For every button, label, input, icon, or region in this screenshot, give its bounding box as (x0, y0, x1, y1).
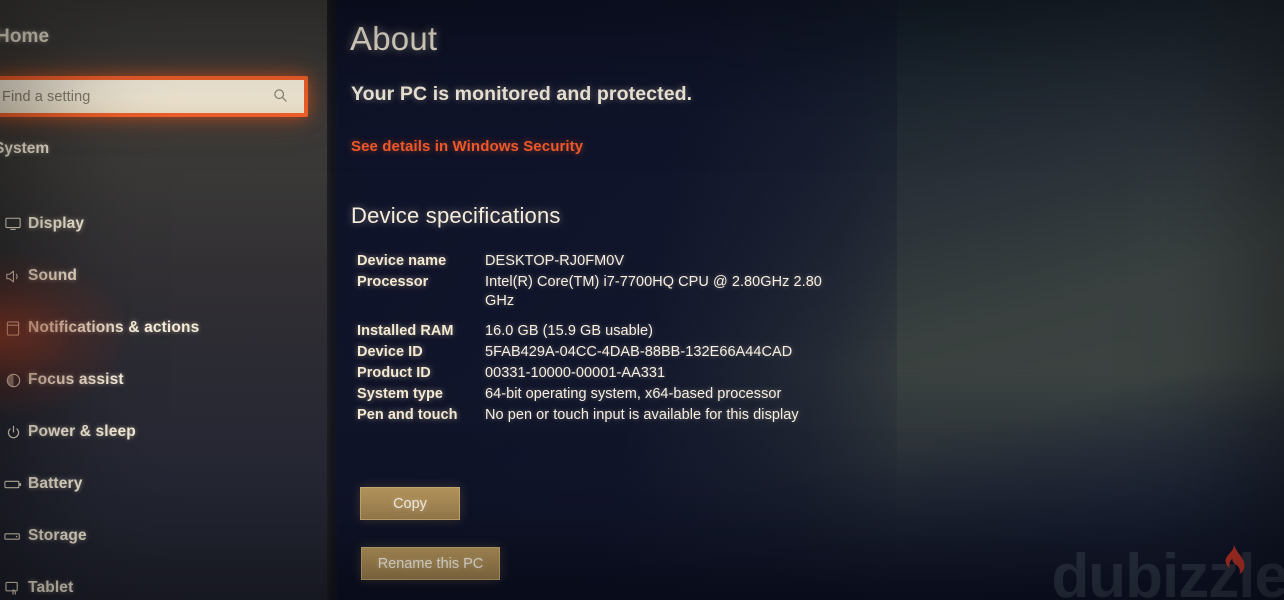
spec-label: System type (357, 386, 443, 402)
sidebar-item-display[interactable]: Display (0, 198, 327, 250)
spec-value: 5FAB429A-04CC-4DAB-88BB-132E66A44CAD (485, 344, 793, 360)
rename-this-pc-button[interactable]: Rename this PC (361, 547, 500, 580)
spec-value: DESKTOP-RJ0FM0V (485, 253, 625, 269)
spec-value: 64-bit operating system, x64-based proce… (485, 386, 782, 402)
spec-row-device-id: Device ID 5FAB429A-04CC-4DAB-88BB-132E66… (357, 343, 877, 362)
spec-row-product-id: Product ID 00331-10000-00001-AA331 (357, 364, 877, 383)
moon-icon (0, 373, 28, 388)
spec-row-device-name: Device name DESKTOP-RJ0FM0V (357, 252, 877, 271)
spec-label: Device ID (357, 344, 423, 360)
spec-value: 16.0 GB (15.9 GB usable) (485, 323, 654, 339)
sidebar-item-label: Notifications & actions (28, 319, 200, 336)
display-icon (0, 217, 28, 231)
sidebar-item-label: Power & sleep (28, 423, 136, 440)
settings-sidebar: Home Find a setting System Display (0, 0, 327, 600)
spec-label: Pen and touch (357, 407, 458, 423)
sidebar-item-label: Tablet (28, 579, 74, 596)
spec-value: 00331-10000-00001-AA331 (485, 365, 666, 381)
sidebar-item-label: Battery (28, 475, 83, 492)
spec-value: Intel(R) Core(TM) i7-7700HQ CPU @ 2.80GH… (485, 274, 822, 309)
spec-label: Installed RAM (357, 323, 454, 339)
device-specifications-table: Device name DESKTOP-RJ0FM0V Processor In… (357, 252, 877, 427)
spec-row-processor: Processor Intel(R) Core(TM) i7-7700HQ CP… (357, 273, 877, 311)
spec-label: Product ID (357, 365, 431, 381)
sidebar-item-label: Display (28, 215, 85, 232)
sidebar-item-sound[interactable]: Sound (0, 250, 327, 302)
sidebar-item-list: Display Sound Notifications & actions Fo… (0, 198, 327, 600)
about-page: About Your PC is monitored and protected… (337, 0, 1284, 600)
sidebar-divider (327, 0, 337, 600)
spec-row-system-type: System type 64-bit operating system, x64… (357, 385, 877, 404)
search-input[interactable]: Find a setting (0, 76, 308, 117)
device-specifications-heading: Device specifications (351, 203, 561, 228)
page-title: About (350, 20, 438, 57)
sidebar-item-battery[interactable]: Battery (0, 458, 327, 510)
power-icon (0, 425, 28, 440)
sidebar-item-power-sleep[interactable]: Power & sleep (0, 406, 327, 458)
spec-value: No pen or touch input is available for t… (485, 407, 799, 423)
sidebar-item-storage[interactable]: Storage (0, 510, 327, 562)
storage-icon (0, 531, 28, 542)
spec-row-installed-ram: Installed RAM 16.0 GB (15.9 GB usable) (357, 322, 877, 341)
copy-button[interactable]: Copy (360, 487, 460, 520)
windows-security-link[interactable]: See details in Windows Security (351, 138, 583, 155)
sidebar-item-focus-assist[interactable]: Focus assist (0, 354, 327, 406)
sidebar-item-tablet[interactable]: Tablet (0, 562, 327, 600)
sidebar-item-label: Sound (28, 267, 77, 284)
screen-photo: Home Find a setting System Display (0, 0, 1284, 600)
protection-status-text: Your PC is monitored and protected. (351, 83, 693, 105)
battery-icon (0, 479, 28, 490)
sound-icon (0, 269, 28, 284)
search-icon[interactable] (273, 88, 288, 106)
sidebar-item-home[interactable]: Home (0, 26, 49, 48)
spec-label: Processor (357, 274, 429, 290)
sidebar-item-notifications[interactable]: Notifications & actions (0, 302, 327, 354)
search-placeholder: Find a setting (2, 88, 91, 105)
spec-label: Device name (357, 253, 447, 269)
sidebar-item-label: Focus assist (28, 371, 124, 388)
spec-row-pen-and-touch: Pen and touch No pen or touch input is a… (357, 406, 877, 425)
notifications-icon (0, 320, 28, 336)
tablet-icon (0, 581, 28, 596)
sidebar-item-label: Storage (28, 527, 87, 544)
sidebar-group-system: System (0, 140, 50, 157)
